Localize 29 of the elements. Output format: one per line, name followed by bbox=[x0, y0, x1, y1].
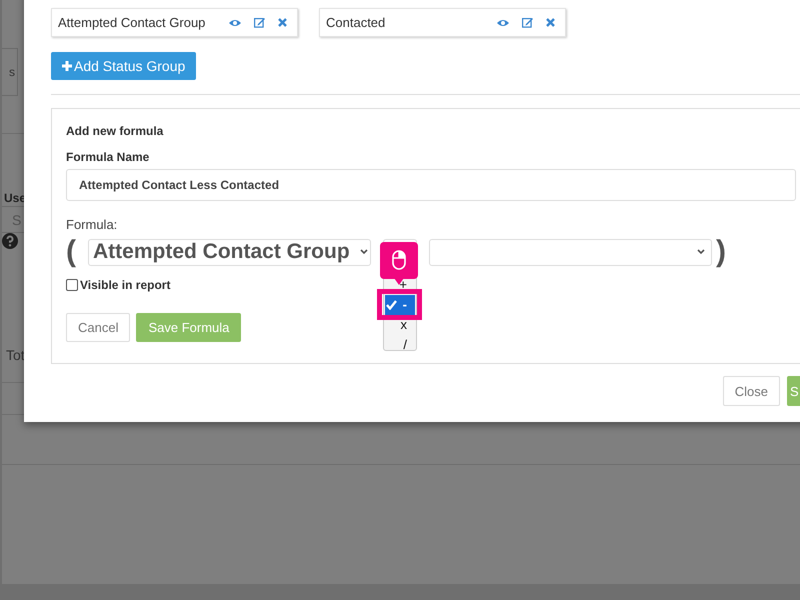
checkbox[interactable] bbox=[66, 279, 78, 291]
checkbox-label: Visible in report bbox=[80, 278, 170, 292]
chevron-icon bbox=[360, 249, 368, 255]
eye-icon[interactable] bbox=[229, 18, 241, 26]
panel-title: Add new formula bbox=[66, 124, 164, 138]
cancel-button[interactable]: Cancel bbox=[66, 313, 130, 342]
check-icon bbox=[386, 300, 397, 310]
group-name: Contacted bbox=[326, 15, 386, 30]
edit-icon[interactable] bbox=[522, 17, 533, 28]
row-label: Tot bbox=[5, 347, 25, 363]
eye-icon[interactable] bbox=[497, 18, 509, 26]
menu-option[interactable]: x bbox=[384, 314, 416, 334]
close-button[interactable]: Close bbox=[722, 376, 780, 406]
menu-option[interactable]: / bbox=[384, 334, 416, 354]
group-name: Attempted Contact Group bbox=[58, 15, 206, 30]
edit-icon[interactable] bbox=[254, 17, 265, 28]
operand-dropdown[interactable]: Attempted Contact Group bbox=[88, 238, 371, 266]
menu-option[interactable]: - bbox=[385, 294, 415, 314]
add-status-group-button[interactable]: Add Status Group bbox=[51, 52, 196, 80]
close-icon[interactable] bbox=[546, 18, 555, 27]
parenthesis: ) bbox=[716, 238, 727, 266]
formula-name-field[interactable]: Attempted Contact Less Contacted bbox=[66, 169, 796, 201]
field-label: Formula Name bbox=[66, 150, 150, 164]
plus-icon bbox=[62, 61, 72, 71]
close-icon[interactable] bbox=[278, 18, 287, 27]
highlight-frame bbox=[377, 288, 422, 320]
chevron-icon bbox=[697, 249, 705, 255]
field-label: Formula: bbox=[66, 217, 118, 232]
parenthesis: ( bbox=[66, 238, 77, 266]
